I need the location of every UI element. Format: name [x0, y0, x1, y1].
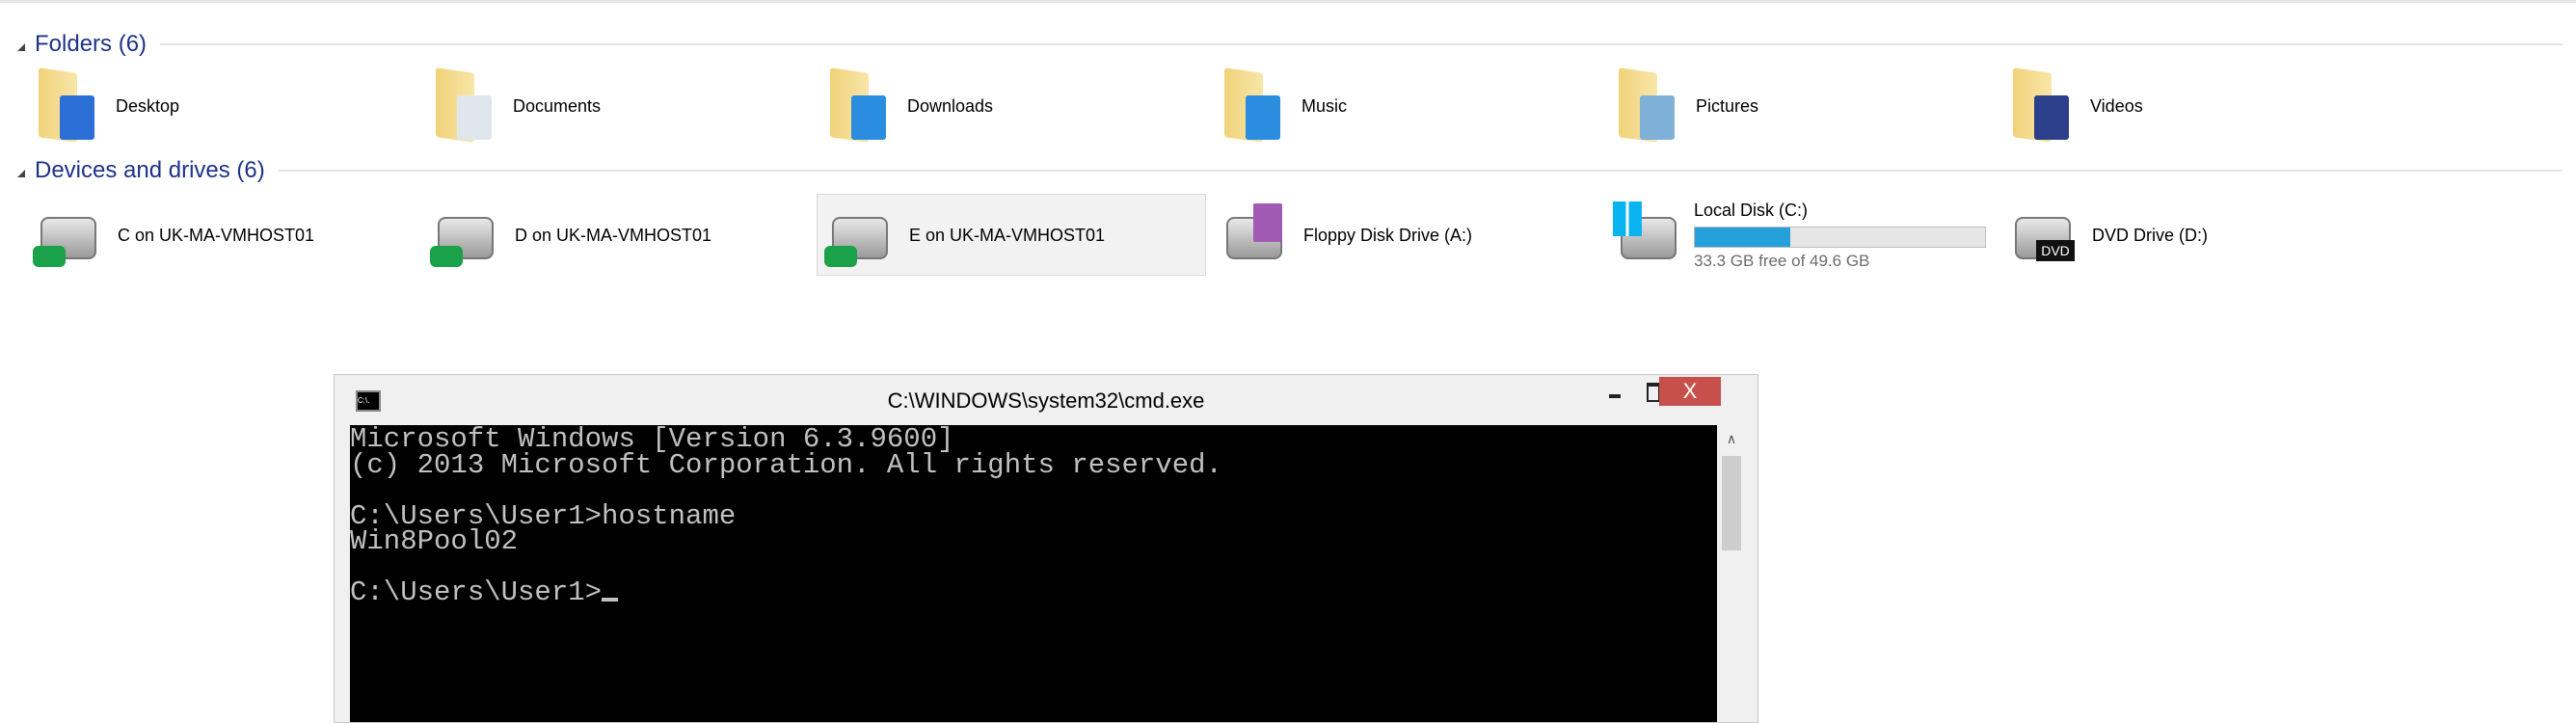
music-folder-icon — [1219, 67, 1288, 143]
console-line: Win8Pool02 — [350, 527, 1717, 555]
scroll-thumb[interactable] — [1722, 456, 1741, 550]
folder-label: Desktop — [116, 95, 180, 116]
collapse-triangle-icon[interactable] — [17, 170, 25, 177]
folder-item-documents[interactable]: Documents — [430, 67, 601, 145]
folder-label: Downloads — [907, 95, 994, 116]
pictures-folder-icon — [1613, 67, 1682, 143]
drive-item[interactable]: D on UK-MA-VMHOST01 — [430, 197, 711, 274]
network-drive-icon — [824, 201, 896, 269]
close-button[interactable]: X — [1659, 377, 1721, 406]
collapse-triangle-icon[interactable] — [17, 43, 25, 51]
folder-item-downloads[interactable]: Downloads — [824, 67, 993, 145]
maximize-icon — [1647, 383, 1660, 402]
devices-group-header[interactable]: Devices and drives (6) — [17, 156, 2563, 185]
drive-label: C on UK-MA-VMHOST01 — [118, 225, 315, 245]
drive-label: Local Disk (C:) — [1694, 201, 1809, 220]
title-bar[interactable]: C:\. C:\WINDOWS\system32\cmd.exe X — [335, 375, 1758, 425]
documents-folder-icon — [430, 67, 499, 143]
console-line: (c) 2013 Microsoft Corporation. All righ… — [350, 451, 1717, 479]
folder-item-desktop[interactable]: Desktop — [33, 67, 179, 145]
console-line: C:\Users\User1> — [350, 578, 1717, 606]
folder-label: Music — [1301, 95, 1348, 116]
minimize-icon — [1609, 394, 1621, 398]
console-line-text: Win8Pool02 — [350, 525, 519, 557]
folder-item-pictures[interactable]: Pictures — [1613, 67, 1758, 145]
drive-item[interactable] — [1613, 197, 1684, 274]
minimize-button[interactable] — [1599, 377, 1628, 406]
drive-label: DVD Drive (D:) — [2092, 225, 2208, 245]
folders-group-header[interactable]: Folders (6) — [17, 30, 2563, 59]
floppy-drive-icon — [1219, 201, 1290, 269]
console-line: C:\Users\User1>hostname — [350, 502, 1717, 530]
desktop-folder-icon — [33, 67, 102, 143]
group-title: Devices and drives (6) — [35, 157, 265, 183]
text-cursor — [602, 598, 619, 602]
vertical-scrollbar[interactable]: ∧ — [1717, 425, 1746, 722]
scroll-up-icon[interactable]: ∧ — [1717, 431, 1746, 447]
console-line-text: (c) 2013 Microsoft Corporation. All righ… — [350, 448, 1222, 481]
window-title: C:\WINDOWS\system32\cmd.exe — [887, 388, 1205, 413]
drive-item[interactable]: C on UK-MA-VMHOST01 — [33, 197, 314, 274]
disk-usage-fill — [1695, 228, 1791, 247]
console-line-text: C:\Users\User1> — [350, 576, 603, 608]
dvd-drive-icon: DVD — [2007, 201, 2079, 269]
videos-folder-icon — [2007, 67, 2077, 143]
folder-label: Pictures — [1696, 95, 1759, 116]
folder-item-music[interactable]: Music — [1219, 67, 1347, 145]
drive-label: E on UK-MA-VMHOST01 — [909, 225, 1106, 245]
group-title: Folders (6) — [35, 31, 148, 57]
local-disk-info: Local Disk (C:) 33.3 GB free of 49.6 GB — [1694, 201, 1986, 271]
folder-label: Documents — [513, 95, 602, 116]
drive-label: Floppy Disk Drive (A:) — [1303, 225, 1473, 245]
folder-item-videos[interactable]: Videos — [2007, 67, 2143, 145]
disk-usage-bar — [1694, 227, 1986, 248]
network-drive-icon — [430, 201, 501, 269]
drive-item[interactable]: E on UK-MA-VMHOST01 — [824, 197, 1105, 274]
drive-item[interactable]: DVD DVD Drive (D:) — [2007, 197, 2208, 274]
downloads-folder-icon — [824, 67, 894, 143]
network-drive-icon — [33, 201, 104, 269]
disk-free-text: 33.3 GB free of 49.6 GB — [1694, 252, 1870, 270]
console-output[interactable]: Microsoft Windows [Version 6.3.9600] (c) … — [350, 425, 1717, 722]
top-border — [0, 0, 2576, 3]
drive-item[interactable]: Floppy Disk Drive (A:) — [1219, 197, 1472, 274]
folder-label: Videos — [2090, 95, 2143, 116]
drive-label: D on UK-MA-VMHOST01 — [515, 225, 712, 245]
divider — [160, 43, 2563, 45]
divider — [278, 170, 2563, 172]
local-disk-icon — [1613, 201, 1684, 269]
cmd-window[interactable]: C:\. C:\WINDOWS\system32\cmd.exe X Micro… — [334, 374, 1758, 723]
